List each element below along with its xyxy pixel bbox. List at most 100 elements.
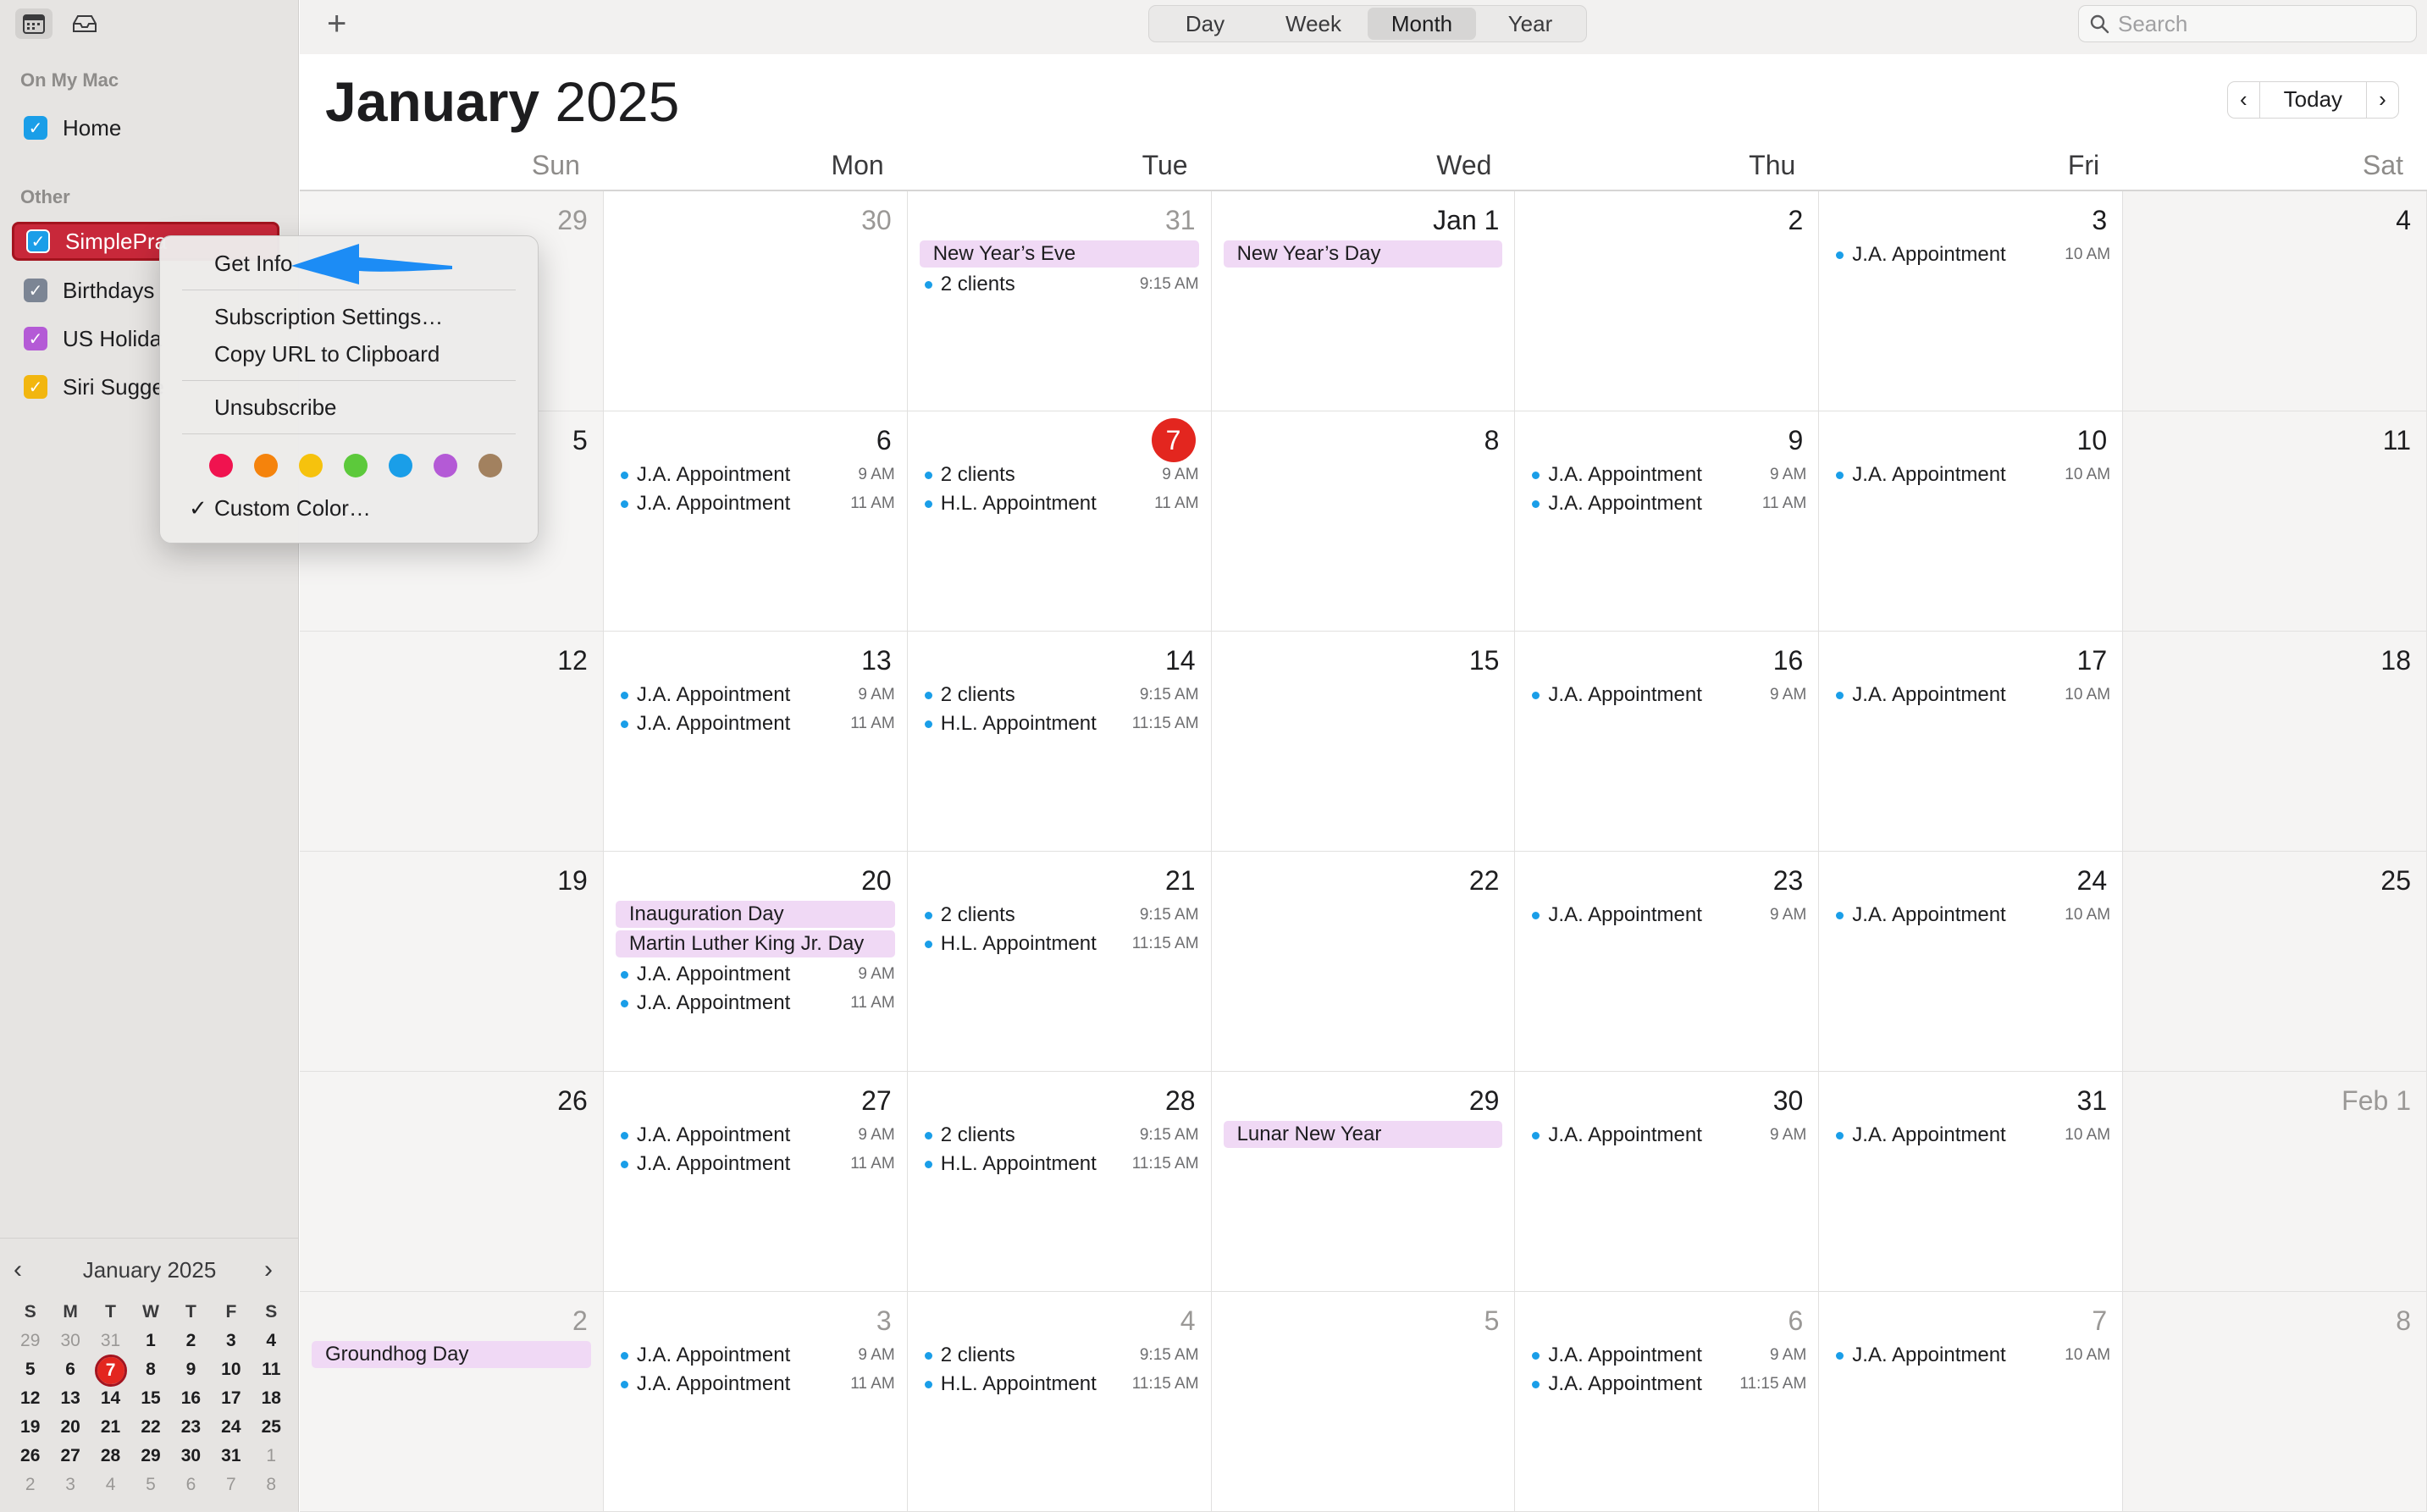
color-swatch[interactable] bbox=[478, 454, 502, 477]
day-cell[interactable]: 5 bbox=[1211, 1292, 1516, 1512]
calendar-event[interactable]: J.A. Appointment 10 AM bbox=[1831, 461, 2110, 489]
mini-day[interactable]: 4 bbox=[252, 1328, 291, 1354]
calendar-event[interactable]: J.A. Appointment 10 AM bbox=[1831, 901, 2110, 930]
day-cell[interactable]: 9 J.A. Appointment 9 AM J.A. Appointment 11 … bbox=[1515, 411, 1820, 632]
day-cell[interactable]: 3 J.A. Appointment 9 AM J.A. Appointment 11 … bbox=[603, 1292, 908, 1512]
mini-day[interactable]: 1 bbox=[252, 1443, 291, 1469]
all-day-event[interactable]: New Year’s Eve bbox=[919, 240, 1199, 268]
calendar-event[interactable]: J.A. Appointment 11 AM bbox=[616, 989, 895, 1018]
day-cell[interactable]: 30 bbox=[603, 191, 908, 411]
day-cell[interactable]: 19 bbox=[300, 852, 604, 1072]
day-cell[interactable]: 13 J.A. Appointment 9 AM J.A. Appointment 11… bbox=[603, 632, 908, 852]
mini-day[interactable]: 22 bbox=[130, 1415, 170, 1440]
mini-day[interactable]: 13 bbox=[50, 1386, 90, 1411]
calendar-event[interactable]: J.A. Appointment 9 AM bbox=[1527, 1341, 1806, 1370]
calendar-list-icon[interactable] bbox=[15, 8, 53, 39]
mini-day[interactable]: 8 bbox=[130, 1357, 170, 1382]
mini-day[interactable]: 24 bbox=[211, 1415, 251, 1440]
all-day-event[interactable]: Groundhog Day bbox=[312, 1341, 591, 1368]
all-day-event[interactable]: Martin Luther King Jr. Day bbox=[615, 930, 895, 957]
calendar-event[interactable]: J.A. Appointment 10 AM bbox=[1831, 1341, 2110, 1370]
mini-day[interactable]: 19 bbox=[10, 1415, 50, 1440]
day-cell[interactable]: 28 2 clients 9:15 AM H.L. Appointment 11:15 … bbox=[907, 1072, 1212, 1292]
mini-day[interactable]: 29 bbox=[130, 1443, 170, 1469]
calendar-event[interactable]: J.A. Appointment 9 AM bbox=[616, 1121, 895, 1150]
mini-day[interactable]: 31 bbox=[211, 1443, 251, 1469]
mini-day[interactable]: 2 bbox=[10, 1472, 50, 1498]
calendar-event[interactable]: J.A. Appointment 9 AM bbox=[616, 960, 895, 989]
day-cell[interactable]: 20 Inauguration Day Martin Luther King Jr.… bbox=[603, 852, 908, 1072]
calendar-event[interactable]: J.A. Appointment 10 AM bbox=[1831, 1121, 2110, 1150]
mini-day[interactable]: 2 bbox=[171, 1328, 211, 1354]
calendar-event[interactable]: J.A. Appointment 9 AM bbox=[616, 681, 895, 709]
mini-day[interactable]: 7 bbox=[211, 1472, 251, 1498]
mini-day[interactable]: 8 bbox=[252, 1472, 291, 1498]
view-day-tab[interactable]: Day bbox=[1151, 8, 1259, 40]
mini-day[interactable]: 16 bbox=[171, 1386, 211, 1411]
all-day-event[interactable]: Lunar New Year bbox=[1223, 1121, 1503, 1148]
all-day-event[interactable]: New Year’s Day bbox=[1223, 240, 1503, 268]
day-cell[interactable]: 24 J.A. Appointment 10 AM bbox=[1819, 852, 2124, 1072]
calendar-event[interactable]: J.A. Appointment 9 AM bbox=[616, 1341, 895, 1370]
day-cell[interactable]: 15 bbox=[1211, 632, 1516, 852]
calendar-event[interactable]: H.L. Appointment 11:15 AM bbox=[920, 709, 1199, 738]
color-swatch[interactable] bbox=[389, 454, 412, 477]
day-cell[interactable]: 6 J.A. Appointment 9 AM J.A. Appointment 11:… bbox=[1515, 1292, 1820, 1512]
mini-day[interactable]: 30 bbox=[171, 1443, 211, 1469]
day-cell[interactable]: 3 J.A. Appointment 10 AM bbox=[1819, 191, 2124, 411]
mini-day[interactable]: 25 bbox=[252, 1415, 291, 1440]
menu-item-copy-url[interactable]: Copy URL to Clipboard bbox=[174, 335, 524, 372]
today-button[interactable]: Today bbox=[2258, 82, 2368, 118]
day-cell[interactable]: 22 bbox=[1211, 852, 1516, 1072]
calendar-event[interactable]: J.A. Appointment 9 AM bbox=[1527, 461, 1806, 489]
add-event-button[interactable]: + bbox=[327, 5, 346, 43]
calendar-event[interactable]: H.L. Appointment 11 AM bbox=[920, 489, 1199, 518]
mini-day[interactable]: 27 bbox=[50, 1443, 90, 1469]
mini-day[interactable]: 15 bbox=[130, 1386, 170, 1411]
checkbox-home[interactable]: ✓ bbox=[24, 116, 47, 140]
day-cell[interactable]: 21 2 clients 9:15 AM H.L. Appointment 11:15 … bbox=[907, 852, 1212, 1072]
search-input[interactable] bbox=[2118, 10, 2389, 37]
calendar-event[interactable]: H.L. Appointment 11:15 AM bbox=[920, 1370, 1199, 1399]
mini-next-month-icon[interactable]: › bbox=[264, 1255, 273, 1284]
day-cell[interactable]: 8 bbox=[2123, 1292, 2427, 1512]
day-cell[interactable]: 12 bbox=[300, 632, 604, 852]
day-cell[interactable]: 10 J.A. Appointment 10 AM bbox=[1819, 411, 2124, 632]
day-cell[interactable]: 4 bbox=[2123, 191, 2427, 411]
calendar-event[interactable]: J.A. Appointment 10 AM bbox=[1831, 681, 2110, 709]
day-cell[interactable]: 30 J.A. Appointment 9 AM bbox=[1515, 1072, 1820, 1292]
mini-day[interactable]: 6 bbox=[50, 1357, 90, 1382]
mini-day[interactable]: 28 bbox=[91, 1443, 130, 1469]
mini-day[interactable]: 26 bbox=[10, 1443, 50, 1469]
day-cell[interactable]: 2 bbox=[1515, 191, 1820, 411]
day-cell[interactable]: 31 New Year’s Eve 2 clients 9:15 AM bbox=[907, 191, 1212, 411]
day-cell[interactable]: 2 Groundhog Day bbox=[300, 1292, 604, 1512]
calendar-item-home[interactable]: ✓ Home bbox=[12, 108, 281, 147]
calendar-event[interactable]: J.A. Appointment 9 AM bbox=[1527, 1121, 1806, 1150]
mini-day[interactable]: 6 bbox=[171, 1472, 211, 1498]
mini-day[interactable]: 17 bbox=[211, 1386, 251, 1411]
day-cell[interactable]: 6 J.A. Appointment 9 AM J.A. Appointment 11 … bbox=[603, 411, 908, 632]
calendar-event[interactable]: 2 clients 9 AM bbox=[920, 461, 1199, 489]
mini-day[interactable]: 5 bbox=[10, 1357, 50, 1382]
calendar-event[interactable]: 2 clients 9:15 AM bbox=[920, 270, 1199, 299]
view-week-tab[interactable]: Week bbox=[1259, 8, 1368, 40]
mini-day[interactable]: 29 bbox=[10, 1328, 50, 1354]
mini-day[interactable]: 14 bbox=[91, 1386, 130, 1411]
color-swatch[interactable] bbox=[344, 454, 368, 477]
day-cell[interactable]: 7 2 clients 9 AM H.L. Appointment 11 AM bbox=[907, 411, 1212, 632]
calendar-event[interactable]: J.A. Appointment 11 AM bbox=[616, 1370, 895, 1399]
calendar-event[interactable]: H.L. Appointment 11:15 AM bbox=[920, 1150, 1199, 1178]
day-cell[interactable]: 14 2 clients 9:15 AM H.L. Appointment 11:15 … bbox=[907, 632, 1212, 852]
calendar-event[interactable]: J.A. Appointment 11 AM bbox=[616, 489, 895, 518]
prev-month-button[interactable]: ‹ bbox=[2228, 82, 2259, 118]
day-cell[interactable]: 25 bbox=[2123, 852, 2427, 1072]
mini-day[interactable]: 11 bbox=[252, 1357, 291, 1382]
calendar-event[interactable]: 2 clients 9:15 AM bbox=[920, 681, 1199, 709]
day-cell[interactable]: 23 J.A. Appointment 9 AM bbox=[1515, 852, 1820, 1072]
color-swatch[interactable] bbox=[209, 454, 233, 477]
day-cell[interactable]: 18 bbox=[2123, 632, 2427, 852]
next-month-button[interactable]: › bbox=[2367, 82, 2398, 118]
checkbox-siri-suggestions[interactable]: ✓ bbox=[24, 375, 47, 399]
calendar-event[interactable]: J.A. Appointment 11 AM bbox=[1527, 489, 1806, 518]
